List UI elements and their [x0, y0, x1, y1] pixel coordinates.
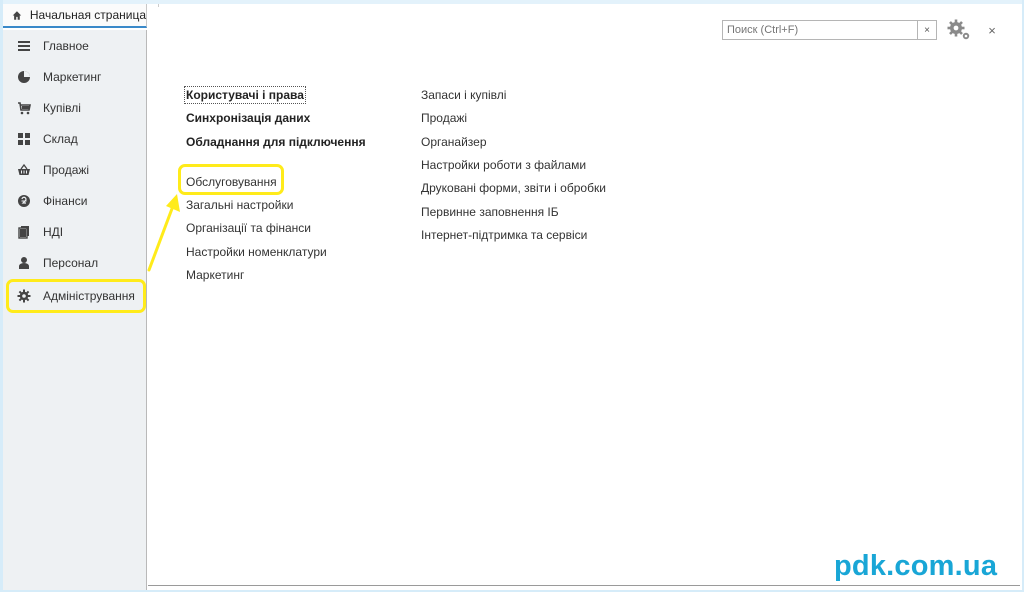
link-internet-support[interactable]: Інтернет-підтримка та сервіси: [421, 228, 587, 242]
link-users-and-rights[interactable]: Користувачі і права: [184, 86, 306, 104]
sidebar-item-sales[interactable]: Продажі: [3, 154, 146, 185]
sidebar-item-label: НДІ: [43, 224, 64, 239]
coin-icon: [17, 194, 31, 208]
annotation-arrow: [147, 194, 180, 272]
tab-home-label: Начальная страница: [29, 8, 146, 22]
link-organizations-finance[interactable]: Організації та фінанси: [186, 221, 311, 235]
sidebar-item-warehouse[interactable]: Склад: [3, 123, 146, 154]
highlight-maintenance: [178, 164, 284, 195]
link-organizer[interactable]: Органайзер: [421, 135, 487, 149]
sidebar-item-purchases[interactable]: Купівлі: [3, 92, 146, 123]
sidebar-item-finance[interactable]: Фінанси: [3, 185, 146, 216]
sidebar-item-label: Главное: [43, 38, 89, 53]
sidebar-item-label: Маркетинг: [43, 69, 102, 84]
sidebar-item-main[interactable]: Главное: [3, 30, 146, 61]
link-file-settings[interactable]: Настройки роботи з файлами: [421, 158, 586, 172]
cart-icon: [17, 101, 31, 115]
sidebar-item-marketing[interactable]: Маркетинг: [3, 61, 146, 92]
settings-gear-icon[interactable]: [946, 18, 972, 42]
link-general-settings[interactable]: Загальні настройки: [186, 198, 293, 212]
pie-chart-icon: [17, 70, 31, 84]
basket-icon: [17, 163, 31, 177]
watermark: pdk.com.ua: [834, 550, 998, 582]
sidebar-item-label: Персонал: [43, 255, 99, 270]
highlight-administration: [6, 279, 146, 313]
link-print-forms[interactable]: Друковані форми, звіти і обробки: [421, 181, 606, 195]
link-data-sync[interactable]: Синхронізація даних: [186, 111, 310, 125]
sidebar-item-ndi[interactable]: НДІ: [3, 216, 146, 247]
home-icon: [12, 10, 22, 20]
tab-home[interactable]: Начальная страница: [3, 4, 147, 28]
close-icon[interactable]: ×: [984, 22, 1000, 38]
link-initial-fill[interactable]: Первинне заповнення ІБ: [421, 205, 559, 219]
link-sales[interactable]: Продажі: [421, 111, 467, 125]
link-nomenclature-settings[interactable]: Настройки номенклатури: [186, 245, 327, 259]
link-stock-purchases[interactable]: Запаси і купівлі: [421, 88, 506, 102]
search-input[interactable]: [722, 20, 918, 40]
sidebar-item-label: Купівлі: [43, 100, 81, 115]
divider: [158, 4, 159, 7]
sidebar-item-personnel[interactable]: Персонал: [3, 247, 146, 278]
menu-lines-icon: [17, 39, 31, 53]
grid-icon: [17, 132, 31, 146]
person-icon: [17, 256, 31, 270]
search-clear-button[interactable]: ×: [917, 20, 937, 40]
sidebar-item-label: Фінанси: [43, 193, 88, 208]
link-marketing[interactable]: Маркетинг: [186, 268, 244, 282]
sidebar-item-label: Продажі: [43, 162, 90, 177]
sidebar-item-label: Склад: [43, 131, 78, 146]
link-connected-equipment[interactable]: Обладнання для підключення: [186, 135, 366, 149]
copy-icon: [17, 225, 31, 239]
